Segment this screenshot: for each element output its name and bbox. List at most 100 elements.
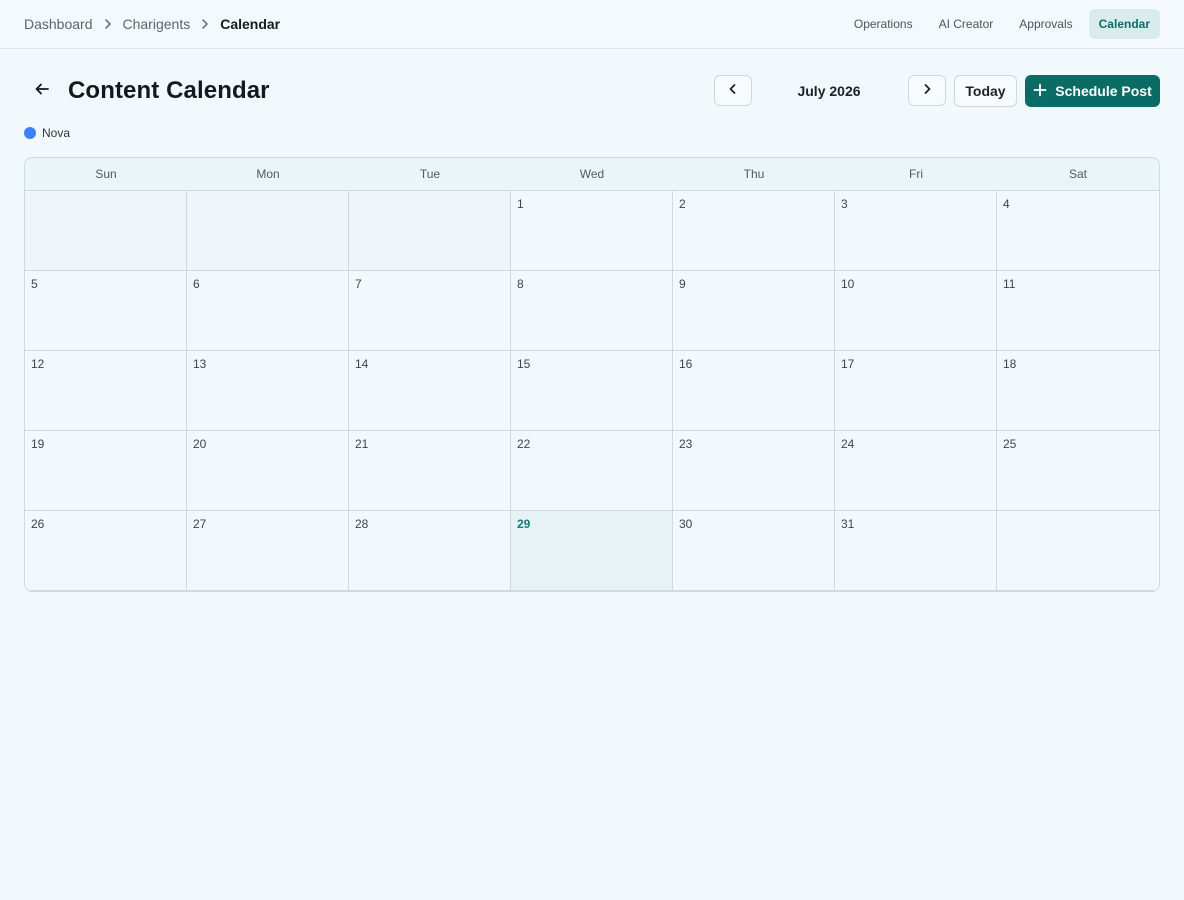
weekday-header: Sun Mon Tue Wed Thu Fri Sat <box>25 158 1159 191</box>
day-number: 10 <box>841 277 855 291</box>
calendar-day-cell[interactable]: 31 <box>835 511 997 591</box>
day-number: 16 <box>679 357 693 371</box>
day-number: 2 <box>679 197 686 211</box>
calendar-day-cell[interactable]: 17 <box>835 351 997 431</box>
day-number: 19 <box>31 437 45 451</box>
calendar-grid: 1 2 3 4 5 6 7 8 9 10 11 12 13 14 15 16 17 18 19 20 21 22 23 24 2… <box>25 191 1159 591</box>
next-month-button[interactable] <box>908 75 946 106</box>
day-number: 18 <box>1003 357 1017 371</box>
arrow-left-icon <box>34 81 50 102</box>
day-number: 9 <box>679 277 686 291</box>
chevron-left-icon <box>727 82 739 100</box>
day-number: 24 <box>841 437 855 451</box>
schedule-post-button[interactable]: Schedule Post <box>1025 75 1160 107</box>
nav-operations[interactable]: Operations <box>844 9 923 39</box>
calendar-day-cell[interactable]: 29 <box>511 511 673 591</box>
calendar-empty-cell <box>997 511 1159 591</box>
weekday-tue: Tue <box>419 167 441 181</box>
day-number: 6 <box>193 277 200 291</box>
day-number: 31 <box>841 517 855 531</box>
day-number: 15 <box>517 357 531 371</box>
day-number: 12 <box>31 357 45 371</box>
weekday-sat: Sat <box>1068 167 1087 181</box>
day-number: 8 <box>517 277 524 291</box>
previous-month-button[interactable] <box>714 75 752 106</box>
day-number: 3 <box>841 197 848 211</box>
day-number: 5 <box>31 277 38 291</box>
chevron-right-icon <box>200 19 210 29</box>
weekday-wed: Wed <box>579 167 605 181</box>
calendar: Sun Mon Tue Wed Thu Fri Sat 1 2 3 4 5 6 7 8 9 10 11 12 13 1… <box>24 157 1160 592</box>
calendar-day-cell[interactable]: 24 <box>835 431 997 511</box>
calendar-day-cell[interactable]: 20 <box>187 431 349 511</box>
calendar-day-cell[interactable]: 27 <box>187 511 349 591</box>
day-number: 30 <box>679 517 693 531</box>
calendar-day-cell[interactable]: 19 <box>25 431 187 511</box>
day-number: 25 <box>1003 437 1017 451</box>
chevron-right-icon <box>921 82 933 100</box>
legend-dot <box>24 127 36 139</box>
day-number: 20 <box>193 437 207 451</box>
weekday-mon: Mon <box>256 167 280 181</box>
calendar-day-cell[interactable]: 22 <box>511 431 673 511</box>
chevron-right-icon <box>103 19 113 29</box>
page-title: Content Calendar <box>68 77 270 104</box>
day-number: 14 <box>355 357 369 371</box>
calendar-day-cell[interactable]: 12 <box>25 351 187 431</box>
day-number: 23 <box>679 437 693 451</box>
page-header: Content Calendar July 2026 Today Schedul… <box>24 75 1160 107</box>
day-number: 27 <box>193 517 207 531</box>
month-label: July 2026 <box>797 82 861 99</box>
calendar-day-cell[interactable]: 7 <box>349 271 511 351</box>
day-number: 4 <box>1003 197 1010 211</box>
calendar-day-cell[interactable]: 30 <box>673 511 835 591</box>
weekday-fri: Fri <box>909 167 923 181</box>
calendar-day-cell[interactable]: 13 <box>187 351 349 431</box>
calendar-empty-cell <box>25 191 187 271</box>
calendar-day-cell[interactable]: 23 <box>673 431 835 511</box>
nav-approvals[interactable]: Approvals <box>1009 9 1082 39</box>
today-day-number: 29 <box>517 517 531 531</box>
weekday-sun: Sun <box>95 167 117 181</box>
day-number: 17 <box>841 357 855 371</box>
calendar-day-cell[interactable]: 16 <box>673 351 835 431</box>
breadcrumb-charigents[interactable]: Charigents <box>123 16 191 32</box>
schedule-post-label: Schedule Post <box>1055 83 1152 99</box>
day-number: 22 <box>517 437 531 451</box>
calendar-day-cell[interactable]: 26 <box>25 511 187 591</box>
calendar-day-cell[interactable]: 4 <box>997 191 1159 271</box>
calendar-day-cell[interactable]: 18 <box>997 351 1159 431</box>
calendar-day-cell[interactable]: 28 <box>349 511 511 591</box>
day-number: 28 <box>355 517 369 531</box>
calendar-day-cell[interactable]: 25 <box>997 431 1159 511</box>
calendar-day-cell[interactable]: 14 <box>349 351 511 431</box>
calendar-day-cell[interactable]: 9 <box>673 271 835 351</box>
calendar-day-cell[interactable]: 6 <box>187 271 349 351</box>
calendar-empty-cell <box>349 191 511 271</box>
calendar-day-cell[interactable]: 3 <box>835 191 997 271</box>
calendar-day-cell[interactable]: 21 <box>349 431 511 511</box>
today-button[interactable]: Today <box>954 75 1017 107</box>
legend: Nova <box>24 126 70 140</box>
calendar-empty-cell <box>187 191 349 271</box>
calendar-day-cell[interactable]: 1 <box>511 191 673 271</box>
breadcrumb-dashboard[interactable]: Dashboard <box>24 16 93 32</box>
back-button[interactable] <box>30 79 54 103</box>
top-bar: Dashboard Charigents Calendar Operations… <box>0 0 1184 49</box>
nav-ai-creator[interactable]: AI Creator <box>929 9 1004 39</box>
calendar-day-cell[interactable]: 15 <box>511 351 673 431</box>
plus-icon <box>1033 83 1047 100</box>
legend-label: Nova <box>42 126 71 140</box>
calendar-day-cell[interactable]: 8 <box>511 271 673 351</box>
day-number: 26 <box>31 517 45 531</box>
calendar-day-cell[interactable]: 5 <box>25 271 187 351</box>
breadcrumb: Dashboard Charigents Calendar <box>24 16 280 32</box>
calendar-day-cell[interactable]: 2 <box>673 191 835 271</box>
calendar-day-cell[interactable]: 11 <box>997 271 1159 351</box>
day-number: 7 <box>355 277 362 291</box>
breadcrumb-current: Calendar <box>220 16 281 32</box>
day-number: 21 <box>355 437 369 451</box>
nav-calendar[interactable]: Calendar <box>1088 9 1160 39</box>
top-nav: Operations AI Creator Approvals Calendar <box>844 9 1160 39</box>
calendar-day-cell[interactable]: 10 <box>835 271 997 351</box>
